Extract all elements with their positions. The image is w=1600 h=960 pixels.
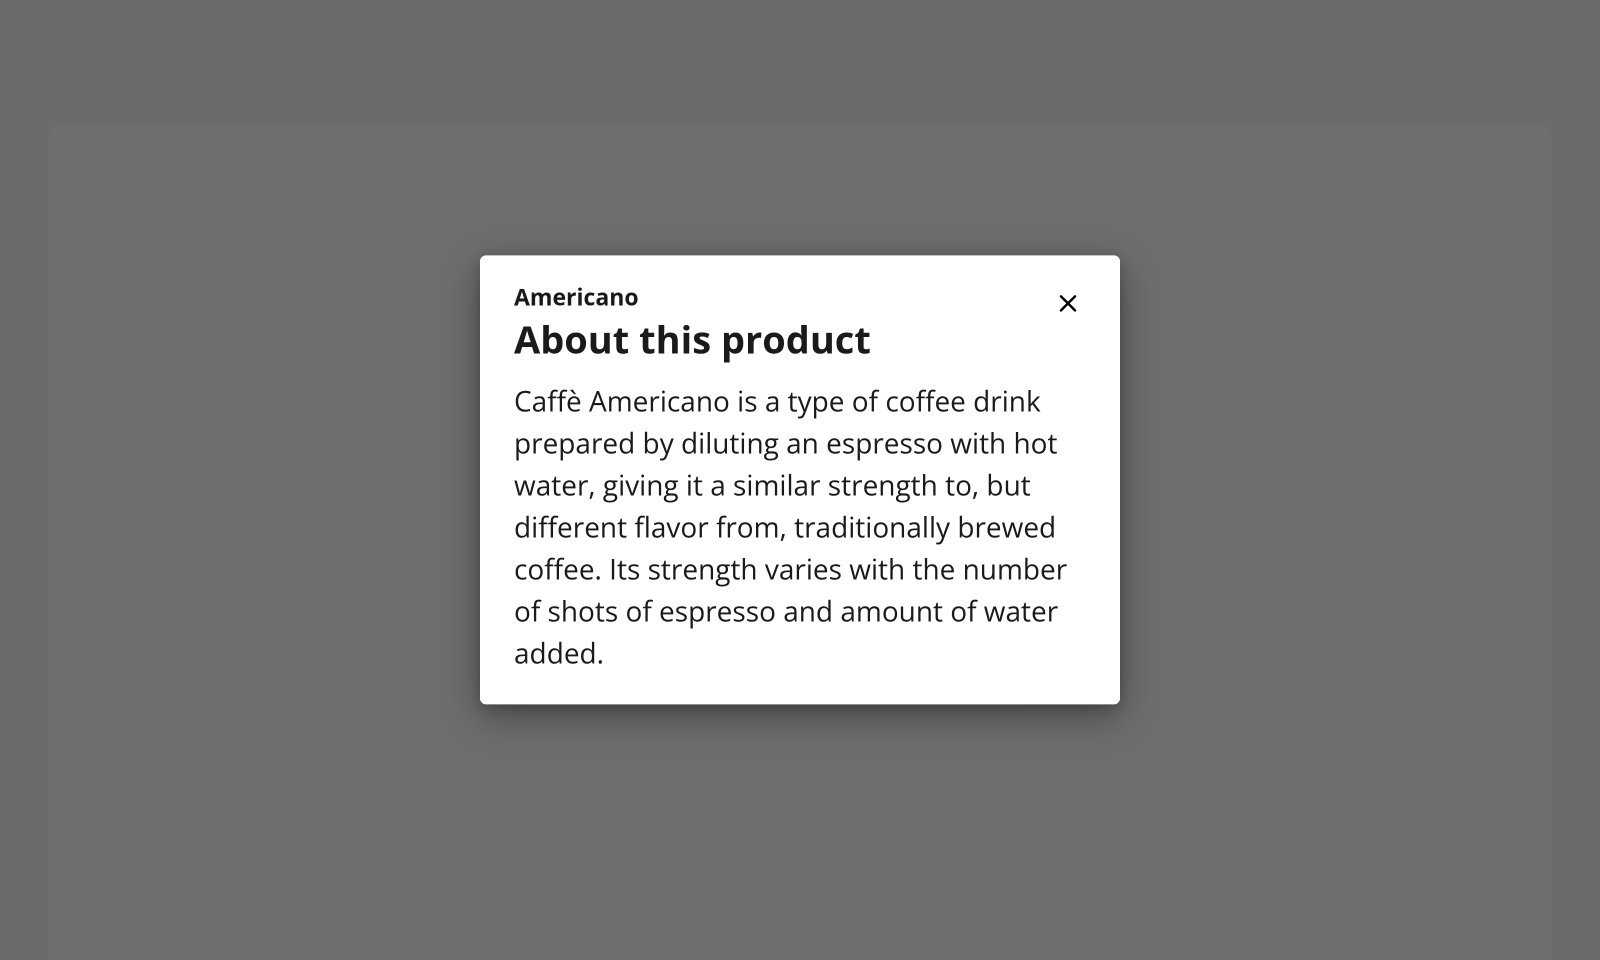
dialog-body: Caffè Americano is a type of coffee drin…: [514, 381, 1086, 675]
dialog-overlay: Americano About this product Caffè Ameri…: [0, 0, 1600, 960]
product-info-dialog: Americano About this product Caffè Ameri…: [480, 255, 1120, 704]
dialog-header-text: Americano About this product: [514, 283, 1050, 380]
dialog-title: About this product: [514, 317, 1050, 363]
close-button[interactable]: [1050, 285, 1086, 324]
dialog-header: Americano About this product: [514, 283, 1086, 380]
close-icon: [1056, 291, 1080, 318]
dialog-subtitle: Americano: [514, 283, 1050, 311]
